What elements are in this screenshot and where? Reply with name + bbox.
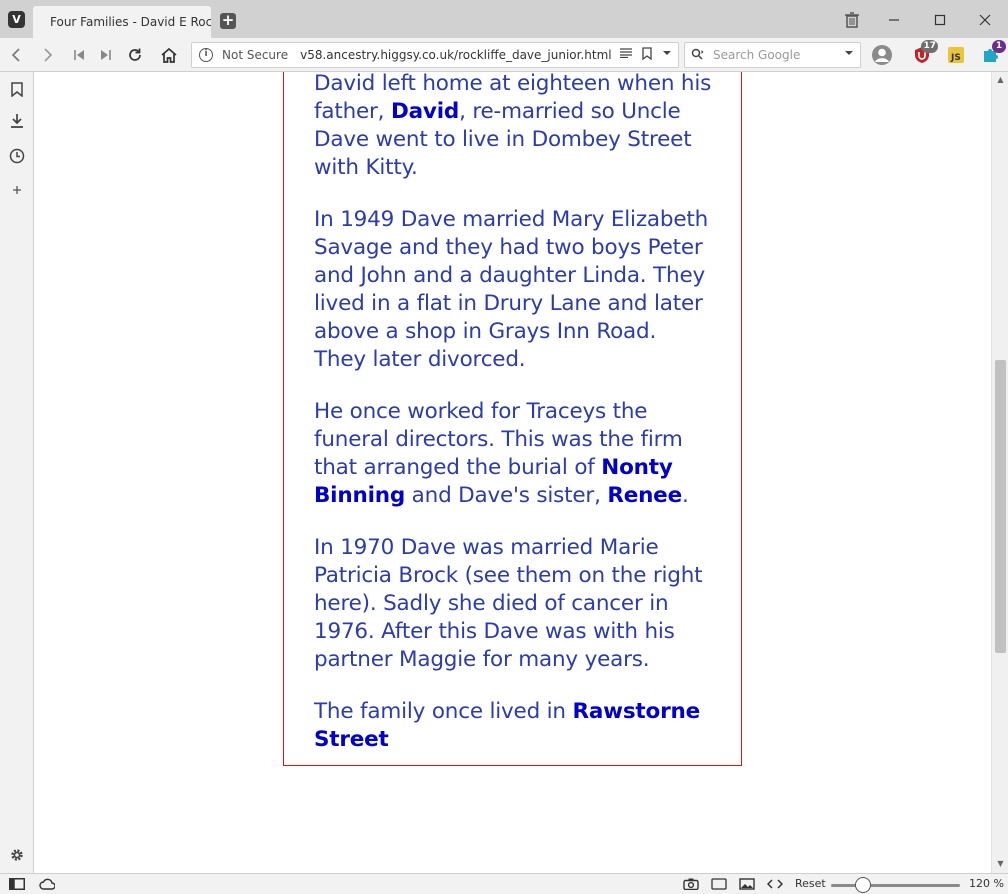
rewind-button[interactable] bbox=[67, 43, 91, 67]
person-link[interactable]: Renee bbox=[607, 483, 682, 508]
page-actions-icon[interactable] bbox=[767, 877, 783, 891]
home-button[interactable] bbox=[157, 43, 181, 67]
close-button[interactable] bbox=[973, 8, 997, 32]
panel-toggle-icon[interactable] bbox=[9, 877, 25, 891]
history-panel-icon[interactable] bbox=[7, 146, 27, 166]
address-bar: i Not Secure v58.ancestry.higgsy.co.uk/r… bbox=[0, 38, 1008, 72]
bookmark-icon[interactable] bbox=[642, 47, 652, 64]
person-link[interactable]: David bbox=[391, 99, 459, 124]
tab-title: Four Families - David E Rockliffe bbox=[50, 15, 211, 29]
minimize-button[interactable] bbox=[882, 8, 906, 32]
security-label: Not Secure bbox=[222, 48, 289, 62]
zoom-slider-track[interactable] bbox=[831, 884, 960, 887]
paragraph-text: . bbox=[681, 483, 689, 508]
forward-button[interactable] bbox=[36, 43, 60, 67]
paragraph-text: In 1949 Dave married Mary Elizabeth Sava… bbox=[314, 207, 709, 372]
search-engine-dropdown[interactable] bbox=[844, 48, 854, 61]
biography-paragraph: In 1949 Dave married Mary Elizabeth Sava… bbox=[314, 206, 714, 374]
biography-panel: David left home at eighteen when his fat… bbox=[283, 72, 742, 766]
cloud-sync-icon[interactable] bbox=[39, 877, 55, 891]
info-icon[interactable]: i bbox=[199, 48, 213, 62]
downloads-panel-icon[interactable] bbox=[7, 111, 27, 131]
svg-text:JS: JS bbox=[950, 53, 961, 63]
fast-forward-button[interactable] bbox=[94, 43, 118, 67]
biography-paragraph: In 1970 Dave was married Marie Patricia … bbox=[314, 534, 714, 674]
search-field[interactable]: Search Google bbox=[684, 42, 861, 68]
biography-paragraph: The family once lived in Rawstorne Stree… bbox=[314, 698, 714, 754]
paragraph-text: In 1970 Dave was married Marie Patricia … bbox=[314, 535, 703, 672]
paragraph-text: The family once lived in bbox=[314, 699, 573, 724]
ublock-extension-icon[interactable]: 17 bbox=[910, 40, 938, 67]
puzzle-extension-icon[interactable]: 1 bbox=[978, 40, 1006, 67]
add-panel-icon[interactable] bbox=[7, 180, 27, 200]
reload-button[interactable] bbox=[123, 43, 147, 67]
zoom-level: 120 % bbox=[969, 877, 1004, 890]
url-field[interactable]: i Not Secure v58.ancestry.higgsy.co.uk/r… bbox=[191, 42, 679, 68]
new-tab-button[interactable]: + bbox=[220, 13, 236, 29]
status-bar: Reset 120 % bbox=[0, 873, 1008, 894]
puzzle-badge: 1 bbox=[992, 40, 1006, 53]
reader-view-icon[interactable] bbox=[620, 47, 632, 64]
side-panel bbox=[0, 72, 34, 873]
biography-text: David left home at eighteen when his fat… bbox=[314, 72, 714, 778]
trash-icon[interactable] bbox=[840, 8, 864, 32]
image-toggle-icon[interactable] bbox=[739, 877, 755, 891]
tab-bar: V Four Families - David E Rockliffe + bbox=[0, 0, 1008, 38]
search-icon bbox=[691, 48, 705, 63]
scrollbar-thumb[interactable] bbox=[995, 360, 1006, 653]
zoom-slider-knob[interactable] bbox=[855, 877, 871, 893]
js-extension-icon[interactable]: JS bbox=[944, 43, 968, 67]
maximize-button[interactable] bbox=[928, 8, 952, 32]
url-text[interactable]: v58.ancestry.higgsy.co.uk/rockliffe_dave… bbox=[300, 48, 612, 62]
ublock-badge: 17 bbox=[921, 40, 938, 53]
camera-capture-icon[interactable] bbox=[683, 877, 699, 891]
search-placeholder: Search Google bbox=[713, 48, 801, 62]
settings-gear-icon[interactable] bbox=[7, 845, 27, 865]
profile-avatar-icon[interactable] bbox=[870, 43, 894, 67]
back-button[interactable] bbox=[4, 43, 28, 67]
page-content: David left home at eighteen when his fat… bbox=[35, 72, 991, 873]
bookmarks-panel-icon[interactable] bbox=[7, 79, 27, 99]
biography-paragraph: David left home at eighteen when his fat… bbox=[314, 72, 714, 182]
vivaldi-menu-icon[interactable]: V bbox=[8, 11, 25, 28]
zoom-reset-button[interactable]: Reset bbox=[795, 877, 826, 890]
chevron-down-icon[interactable] bbox=[662, 47, 672, 64]
biography-paragraph: He once worked for Traceys the funeral d… bbox=[314, 398, 714, 510]
scroll-up-arrow-icon[interactable]: ▲ bbox=[995, 74, 1006, 85]
tab-active[interactable]: Four Families - David E Rockliffe bbox=[33, 6, 211, 38]
tiling-icon[interactable] bbox=[711, 877, 727, 891]
paragraph-text: and Dave's sister, bbox=[405, 483, 608, 508]
scroll-down-arrow-icon[interactable]: ▼ bbox=[995, 858, 1006, 869]
vertical-scrollbar[interactable]: ▲ ▼ bbox=[991, 72, 1008, 873]
